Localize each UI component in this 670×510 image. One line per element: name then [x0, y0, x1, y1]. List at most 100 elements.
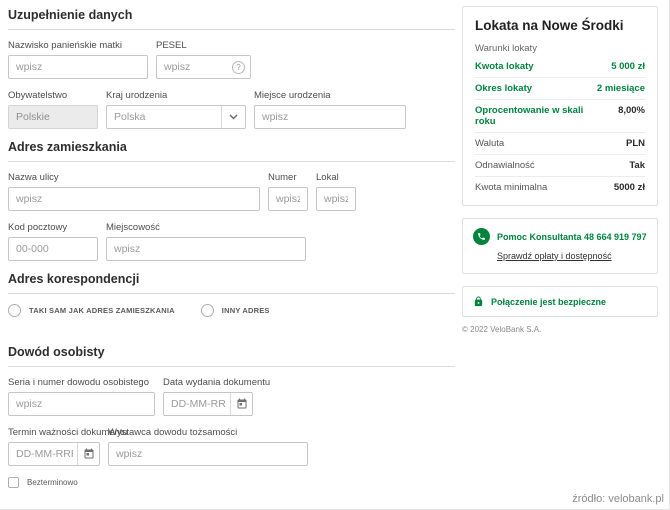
summary-row-period: Okres lokaty 2 miesiące: [475, 78, 645, 100]
summary-row-value: 5 000 zł: [611, 61, 645, 72]
section-title-personal: Uzupełnienie danych: [8, 8, 455, 30]
id-series-field: Seria i numer dowodu osobistego: [8, 377, 155, 416]
secure-connection-card: Połączenie jest bezpieczne: [462, 286, 658, 317]
indefinite-checkbox-row[interactable]: Bezterminowo: [8, 477, 455, 488]
expiry-date-input[interactable]: [9, 443, 77, 465]
summary-row-rate: Oprocentowanie w skali roku 8,00%: [475, 100, 645, 133]
lock-icon: [473, 295, 484, 308]
indefinite-label: Bezterminowo: [27, 478, 78, 487]
city-field: Miejscowość: [106, 222, 306, 261]
checkbox-icon[interactable]: [8, 477, 19, 488]
mother-maiden-label: Nazwisko panieńskie matki: [8, 40, 148, 51]
street-field: Nazwa ulicy: [8, 172, 260, 211]
chevron-down-icon: [221, 106, 245, 128]
calendar-icon[interactable]: [230, 393, 252, 415]
id-issuer-field: Wystawca dowodu tożsamości: [108, 427, 308, 466]
section-title-address: Adres zamieszkania: [8, 140, 455, 162]
summary-row-value: PLN: [626, 138, 645, 149]
deposit-subtitle: Warunki lokaty: [475, 43, 645, 54]
apartment-label: Lokal: [316, 172, 356, 183]
birth-place-label: Miejsce urodzenia: [254, 90, 406, 101]
expiry-date-label: Termin ważności dokumentu: [8, 427, 100, 438]
summary-row-label: Okres lokaty: [475, 83, 532, 94]
street-label: Nazwa ulicy: [8, 172, 260, 183]
citizenship-input: [8, 105, 98, 129]
citizenship-field: Obywatelstwo: [8, 90, 98, 129]
house-number-input[interactable]: [268, 187, 308, 211]
summary-row-currency: Waluta PLN: [475, 133, 645, 155]
consultant-help-card: Pomoc Konsultanta 48 664 919 797 Sprawdź…: [462, 218, 658, 274]
birth-country-select[interactable]: Polska: [106, 105, 246, 129]
summary-row-minimum: Kwota minimalna 5000 zł: [475, 177, 645, 194]
issue-date-group: [163, 392, 253, 416]
id-series-input[interactable]: [8, 392, 155, 416]
summary-row-label: Kwota minimalna: [475, 182, 547, 193]
mother-maiden-input[interactable]: [8, 55, 148, 79]
expiry-date-group: [8, 442, 100, 466]
birth-country-value: Polska: [107, 111, 221, 123]
summary-row-label: Odnawialność: [475, 160, 535, 171]
deposit-application-page: Uzupełnienie danych Nazwisko panieńskie …: [0, 0, 670, 510]
house-number-field: Numer: [268, 172, 308, 211]
pesel-input-group: ?: [156, 55, 251, 79]
summary-row-value: Tak: [629, 160, 645, 171]
birth-country-field: Kraj urodzenia Polska: [106, 90, 246, 129]
calendar-icon[interactable]: [77, 443, 99, 465]
deposit-terms-card: Lokata na Nowe Środki Warunki lokaty Kwo…: [462, 6, 658, 206]
apartment-field: Lokal: [316, 172, 356, 211]
radio-other-address[interactable]: INNY ADRES: [201, 304, 270, 317]
mother-maiden-field: Nazwisko panieńskie matki: [8, 40, 148, 79]
radio-other-address-label: INNY ADRES: [222, 306, 270, 315]
phone-icon: [473, 228, 490, 245]
summary-row-value: 8,00%: [618, 105, 645, 116]
section-correspondence: Adres korespondencji TAKI SAM JAK ADRES …: [8, 272, 455, 317]
postal-code-field: Kod pocztowy: [8, 222, 98, 261]
section-id-document: Dowód osobisty Seria i numer dowodu osob…: [8, 345, 455, 488]
issue-date-label: Data wydania dokumentu: [163, 377, 253, 388]
deposit-summary-panel: Lokata na Nowe Środki Warunki lokaty Kwo…: [462, 6, 658, 334]
summary-row-label: Oprocentowanie w skali roku: [475, 105, 585, 127]
radio-same-address[interactable]: TAKI SAM JAK ADRES ZAMIESZKANIA: [8, 304, 175, 317]
copyright-text: © 2022 VeloBank S.A.: [462, 325, 658, 334]
id-issuer-input[interactable]: [108, 442, 308, 466]
postal-code-input[interactable]: [8, 237, 98, 261]
id-series-label: Seria i numer dowodu osobistego: [8, 377, 155, 388]
expiry-date-field: Termin ważności dokumentu: [8, 427, 100, 466]
radio-icon[interactable]: [8, 304, 21, 317]
issue-date-field: Data wydania dokumentu: [163, 377, 253, 416]
city-input[interactable]: [106, 237, 306, 261]
radio-same-address-label: TAKI SAM JAK ADRES ZAMIESZKANIA: [29, 306, 175, 315]
street-input[interactable]: [8, 187, 260, 211]
section-personal-data: Uzupełnienie danych Nazwisko panieńskie …: [8, 8, 455, 129]
section-title-correspondence: Adres korespondencji: [8, 272, 455, 294]
house-number-label: Numer: [268, 172, 308, 183]
consultant-help-text: Pomoc Konsultanta 48 664 919 797: [497, 232, 647, 242]
postal-code-label: Kod pocztowy: [8, 222, 98, 233]
help-icon[interactable]: ?: [232, 61, 245, 74]
summary-row-renewable: Odnawialność Tak: [475, 155, 645, 177]
summary-row-value: 2 miesiące: [597, 83, 645, 94]
pesel-field: PESEL ?: [156, 40, 251, 79]
summary-row-label: Kwota lokaty: [475, 61, 534, 72]
section-title-id-document: Dowód osobisty: [8, 345, 455, 367]
form-column: Uzupełnienie danych Nazwisko panieńskie …: [8, 8, 455, 488]
summary-row-amount: Kwota lokaty 5 000 zł: [475, 56, 645, 78]
apartment-input[interactable]: [316, 187, 356, 211]
city-label: Miejscowość: [106, 222, 306, 233]
correspondence-options: TAKI SAM JAK ADRES ZAMIESZKANIA INNY ADR…: [8, 304, 455, 317]
birth-place-input[interactable]: [254, 105, 406, 129]
radio-icon[interactable]: [201, 304, 214, 317]
summary-row-value: 5000 zł: [614, 182, 645, 193]
id-issuer-label: Wystawca dowodu tożsamości: [108, 427, 308, 438]
secure-connection-text: Połączenie jest bezpieczne: [491, 297, 606, 307]
pesel-label: PESEL: [156, 40, 251, 51]
citizenship-label: Obywatelstwo: [8, 90, 98, 101]
section-home-address: Adres zamieszkania Nazwa ulicy Numer Lok…: [8, 140, 455, 261]
birth-country-label: Kraj urodzenia: [106, 90, 246, 101]
issue-date-input[interactable]: [164, 393, 230, 415]
fees-availability-link[interactable]: Sprawdź opłaty i dostępność: [497, 251, 612, 261]
source-watermark: źródło: velobank.pl: [572, 493, 664, 505]
birth-place-field: Miejsce urodzenia: [254, 90, 406, 129]
pesel-input[interactable]: [157, 56, 232, 78]
summary-row-label: Waluta: [475, 138, 504, 149]
